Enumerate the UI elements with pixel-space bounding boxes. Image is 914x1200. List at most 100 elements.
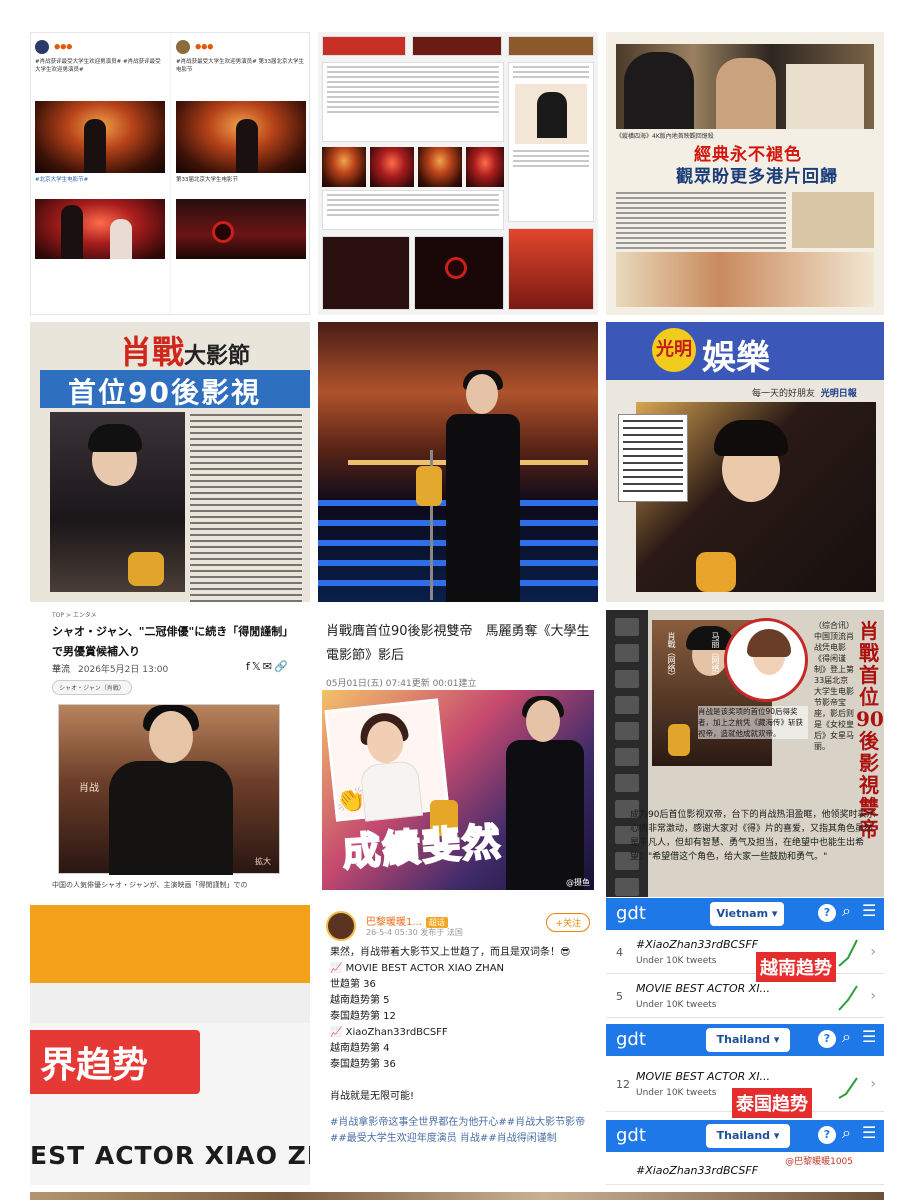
gdt-header-thailand-2: gdt Thailand ▾ ? ⌕ ☰ [606,1120,884,1152]
article-photo[interactable]: 肖战 拡大 [58,704,280,875]
stage-photo [176,101,306,173]
chevron-right-icon: › [870,1076,876,1092]
menu-icon[interactable]: ☰ [862,1123,876,1142]
post-line: 越南趋势第 5 [330,995,390,1006]
trend-row[interactable]: 4 #XiaoZhan33rdBCSFF Under 10K tweets › [606,932,884,974]
avatar [35,39,49,54]
x-icon[interactable]: 𝕏 [252,660,263,673]
breadcrumb[interactable]: TOP > エンタメ [52,610,97,619]
help-icon[interactable]: ? [818,1126,836,1144]
post-text: #肖战获最受大学生欢迎男演员# 第33届北京大学生电影节 [176,59,304,73]
search-icon[interactable]: ⌕ [842,1123,851,1143]
trend-rank: 4 [616,946,623,959]
trend-count: Under 10K tweets [636,956,717,966]
stage-photo [35,101,165,173]
trend-country-tag: 泰国趋势 [732,1088,812,1118]
country-select[interactable]: Vietnam ▾ [710,902,784,926]
article-quote: 肖战是该奖项的首位90后得奖者，加上之前凭《藏海传》斩获视帝，造就他成就双帝。 [698,706,808,739]
trend-count: Under 10K tweets [636,1088,717,1098]
weibo-post[interactable]: 巴黎暖暖1... 超话 26-5-4 05:30 发布于 法国 +关注 果然，肖战… [318,905,598,1185]
weibo-posts-collage[interactable] [318,32,598,315]
trend-name: #XiaoZhan33rdBCSFF [636,1164,759,1177]
search-icon[interactable]: ⌕ [842,901,851,921]
newspaper-headline: 肖戰大影節 [120,333,251,371]
newspaper-tagline: 每一天的好朋友 光明日報 [752,389,857,399]
trend-name: MOVIE BEST ACTOR XI... [636,982,771,995]
link-icon[interactable]: 🔗 [274,660,290,673]
gdt-header-vietnam: gdt Vietnam ▾ ? ⌕ ☰ [606,898,884,930]
gdt-header-thailand: gdt Thailand ▾ ? ⌕ ☰ [606,1024,884,1056]
post-line: 泰国趋势第 36 [330,1059,396,1070]
japanese-news-article[interactable]: TOP > エンタメ シャオ・ジャン、"二冠俳優"に続き「得閒謹制」で男優賞候補… [30,610,310,897]
hk-news-article[interactable]: 肖戰膺首位90後影視雙帝 馬麗勇奪《大學生電影節》影后 05月01日(五) 07… [318,610,598,897]
stage-photo [35,199,165,259]
topic-tag[interactable]: シャオ・ジャン（肖戦） [52,680,132,695]
mail-icon[interactable]: ✉ [263,660,274,673]
article-image[interactable]: 👏 成績斐然 @摄鱼 [322,690,594,890]
trend-title: EST ACTOR XIAO ZHA [30,1141,310,1170]
hk-newspaper-clipping[interactable]: 《縱橫四海》4K版內地首映觀回憶殺 經典永不褪色 觀眾盼更多港片回歸 [606,32,884,315]
trophy-icon [416,466,442,506]
next-row-edge [30,1192,884,1200]
country-select[interactable]: Thailand ▾ [706,1124,790,1148]
trend-screenshot-zoom[interactable]: 界趋势 EST ACTOR XIAO ZHA [30,905,310,1185]
movie-still-photo [616,44,874,129]
article-body [616,192,786,257]
share-icons[interactable]: f𝕏✉🔗 [246,660,290,673]
newspaper-clipping-xiao-zhan[interactable]: 肖戰大影節 首位90後影視 [30,322,310,602]
post-text: 第33届北京大学生电影节 [176,177,238,183]
help-icon[interactable]: ? [818,904,836,922]
post-meta: 26-5-4 05:30 发布于 法国 [366,928,463,937]
article-title: 肖戰膺首位90後影視雙帝 馬麗勇奪《大學生電影節》影后 [326,624,590,663]
post-text: #肖战获评最受大学生欢迎男演员# #肖战获评最受大学生欢迎男演员# [35,59,161,73]
menu-icon[interactable]: ☰ [862,1027,876,1046]
guangming-daily-clipping[interactable]: 光明 娛樂 每一天的好朋友 光明日報 [606,322,884,602]
help-icon[interactable]: ? [818,1030,836,1048]
search-icon[interactable]: ⌕ [842,1027,851,1047]
award-stage-photo[interactable] [318,322,598,602]
post-tag: #北京大学生电影节# [35,177,89,183]
post-line: 📈 MOVIE BEST ACTOR XIAO ZHAN [330,963,505,974]
trend-count: Under 10K tweets [636,1000,717,1010]
headline-blue: 觀眾盼更多港片回歸 [676,167,838,187]
trend-rank: 5 [616,990,623,1003]
post-text-block [322,190,504,230]
photo-caption: 肖战 [79,783,99,794]
article-date: 05月01日(五) 07:41更新 00:01建立 [326,679,477,689]
avatar[interactable] [326,911,356,941]
actor-figure [416,370,528,602]
trend-row[interactable]: 5 MOVIE BEST ACTOR XI... Under 10K tweet… [606,976,884,1018]
country-select[interactable]: Thailand ▾ [706,1028,790,1052]
stage-photo [466,147,504,187]
photo-grid [322,236,410,310]
post-line: 肖战就是无限可能! [330,1091,415,1102]
follow-button[interactable]: +关注 [546,913,590,932]
post-text-block [322,62,504,142]
gdt-logo[interactable]: gdt [616,903,646,924]
trophy-icon [668,724,690,756]
sparkline-icon [838,939,858,967]
festival-eye-icon [212,221,234,243]
gdt-logo[interactable]: gdt [616,1029,646,1050]
video-thumb [322,36,406,56]
brand-circle: 光明 [652,328,696,372]
article-title: シャオ・ジャン、"二冠俳優"に続き「得閒謹制」で男優賞候補入り [52,625,294,658]
weibo-screenshot-collage[interactable]: ●●● #肖战获评最受大学生欢迎男演员# #肖战获评最受大学生欢迎男演员# #北… [30,32,310,315]
trend-name: #XiaoZhan33rdBCSFF [636,938,759,951]
crowd-photo [508,228,594,310]
hashtags[interactable]: #肖战拿影帝这事全世界都在为他开心##肖战大影节影帝##最受大学生欢迎年度演员 … [330,1115,592,1147]
post-line: 越南趋势第 4 [330,1043,390,1054]
menu-icon[interactable]: ☰ [862,901,876,920]
overseas-newspaper-clipping[interactable]: 肖戰（网络） 马丽（网络） （综合讯）中国顶流肖战凭电影《得闲谨制》登上第33届… [606,610,884,897]
poster-name: ●●● [195,42,214,51]
post-line: 📈 XiaoZhan33rdBCSFF [330,1027,448,1038]
weibo-post-column-right: ●●● #肖战获最受大学生欢迎男演员# 第33届北京大学生电影节 第33届北京大… [172,33,309,314]
enlarge-link[interactable]: 拡大 [255,856,271,867]
stage-photo [322,147,366,187]
video-thumb [508,36,594,56]
getdaytrends-screenshots[interactable]: gdt Vietnam ▾ ? ⌕ ☰ 4 #XiaoZhan33rdBCSFF… [606,898,884,1185]
festival-eye-icon [445,257,467,279]
post-line: 泰国趋势第 12 [330,1011,396,1022]
gdt-logo[interactable]: gdt [616,1125,646,1146]
poster-name[interactable]: 巴黎暖暖1... 超话 [366,913,448,928]
